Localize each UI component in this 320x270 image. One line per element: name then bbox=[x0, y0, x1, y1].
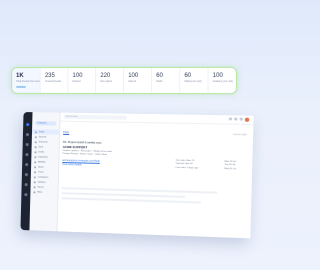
draft-icon bbox=[34, 150, 37, 153]
help-icon[interactable] bbox=[228, 117, 233, 121]
avatar[interactable] bbox=[244, 117, 250, 122]
gear-icon[interactable] bbox=[234, 117, 238, 121]
folder-label: Starred bbox=[38, 135, 47, 138]
folder-label: Categories bbox=[37, 175, 49, 179]
message-dates: Mon 23 Jul Tue 24 Jul Wed 25 Jul bbox=[224, 161, 252, 172]
stat-value: 220 bbox=[100, 73, 111, 80]
stat-label: Not replied bbox=[100, 80, 112, 83]
stat-unread[interactable]: 235 Unread threads bbox=[40, 68, 69, 93]
folder-label: Trash bbox=[37, 170, 44, 174]
stat-starred[interactable]: 100 Starred bbox=[124, 67, 153, 94]
stat-value: 235 bbox=[44, 73, 55, 80]
star-icon bbox=[34, 135, 37, 138]
folder-label: Drafts bbox=[38, 150, 45, 154]
settings-icon[interactable] bbox=[24, 193, 28, 197]
clock-icon bbox=[34, 140, 37, 143]
search-input[interactable]: Search mail bbox=[63, 114, 127, 120]
stat-total-threads[interactable]: 1K Total threads this week bbox=[12, 68, 41, 93]
stat-label: Waiting for reply bbox=[184, 79, 202, 84]
stats-card: 1K Total threads this week 235 Unread th… bbox=[11, 66, 238, 95]
folder-label: All Mail bbox=[38, 160, 46, 164]
text-placeholder bbox=[61, 192, 186, 198]
stat-not-replied[interactable]: 220 Not replied bbox=[96, 67, 125, 94]
inbox-icon bbox=[34, 130, 38, 133]
contacts-icon[interactable] bbox=[25, 153, 29, 157]
chevron-down-icon bbox=[33, 190, 36, 193]
trash-icon bbox=[33, 170, 36, 173]
meta-date: Wed 25 Jul bbox=[224, 167, 236, 171]
info-icon bbox=[33, 180, 36, 183]
notes-icon[interactable] bbox=[24, 173, 28, 177]
folder-label: Updates bbox=[37, 180, 46, 184]
chat-icon[interactable] bbox=[25, 133, 29, 137]
text-placeholder bbox=[61, 197, 202, 204]
stat-value: 100 bbox=[72, 73, 83, 80]
compose-button[interactable]: Compose bbox=[35, 121, 57, 126]
people-icon bbox=[33, 185, 36, 188]
tab-inbox[interactable]: Inbox bbox=[63, 130, 70, 135]
stat-label: Unread threads bbox=[44, 80, 62, 83]
meta-item: Last seen: 2 days ago bbox=[175, 166, 199, 170]
send-icon bbox=[34, 145, 37, 148]
stat-value: 60 bbox=[156, 72, 163, 79]
folder-label: More bbox=[37, 190, 43, 194]
stat-value: 100 bbox=[212, 72, 223, 79]
stat-label: Awaiting your reply bbox=[212, 79, 234, 84]
stat-value: 100 bbox=[128, 72, 139, 79]
calendar-icon[interactable] bbox=[25, 143, 29, 147]
folder-label: Social bbox=[37, 185, 44, 189]
topbar-actions bbox=[227, 117, 250, 122]
pagination-count: 1-50 of 2,300 bbox=[232, 134, 247, 137]
folder-sidebar: Compose Inbox Starred Snoozed Sent Draft… bbox=[29, 112, 61, 232]
stat-value: 1K bbox=[16, 73, 24, 80]
warning-icon bbox=[34, 165, 37, 168]
stat-value: 60 bbox=[184, 72, 192, 79]
tasks-icon[interactable] bbox=[25, 163, 29, 167]
files-icon[interactable] bbox=[24, 183, 28, 187]
apps-grid-icon[interactable] bbox=[239, 117, 243, 121]
stat-label: Replied bbox=[72, 80, 81, 83]
message-meta: Due date: Mon 23 Opened: Sep 18 Last see… bbox=[176, 160, 229, 172]
stat-replied[interactable]: 100 Replied bbox=[68, 68, 97, 93]
stat-progress-bar bbox=[16, 85, 26, 88]
mail-tabs: Inbox bbox=[63, 130, 75, 135]
stat-drafts[interactable]: 60 Drafts bbox=[152, 67, 181, 94]
message-view: Re: Project kickoff & weekly sync ACME S… bbox=[62, 141, 189, 169]
stat-label: Drafts bbox=[156, 79, 163, 84]
folder-label: Sent bbox=[38, 145, 44, 148]
folder-label: Spam bbox=[38, 165, 44, 169]
mail-stack-icon bbox=[34, 160, 37, 163]
folder-label: Important bbox=[38, 155, 48, 159]
mail-app-window: Compose Inbox Starred Snoozed Sent Draft… bbox=[20, 112, 254, 239]
stat-waiting[interactable]: 60 Waiting for reply bbox=[180, 67, 209, 94]
mail-icon[interactable] bbox=[26, 123, 30, 127]
tag-icon bbox=[33, 175, 36, 178]
stat-label: Total threads this week bbox=[16, 80, 40, 83]
label-icon bbox=[34, 155, 37, 158]
sidebar-item-more[interactable]: More bbox=[30, 189, 57, 195]
folder-label: Snoozed bbox=[38, 140, 48, 144]
folder-label: Inbox bbox=[38, 130, 45, 133]
stat-awaiting[interactable]: 100 Awaiting your reply bbox=[209, 68, 236, 93]
stat-label: Starred bbox=[128, 79, 137, 84]
top-bar: Search mail bbox=[60, 112, 254, 126]
